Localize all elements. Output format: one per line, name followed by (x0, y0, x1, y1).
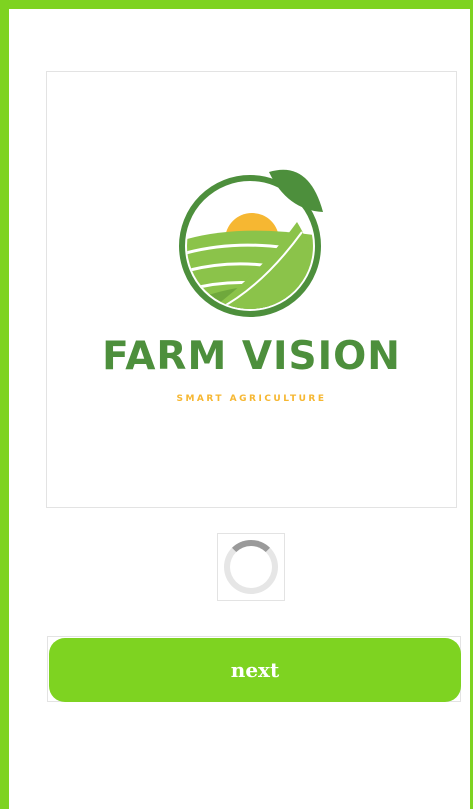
leaf-icon (269, 169, 323, 212)
app-frame: FARM VISION SMART AGRICULTURE next (0, 0, 473, 809)
loading-indicator (217, 533, 285, 601)
brand-title: FARM VISION (102, 334, 401, 379)
logo-card: FARM VISION SMART AGRICULTURE (46, 71, 457, 508)
farm-logo-icon (179, 169, 323, 317)
next-button[interactable]: next (49, 638, 461, 702)
next-button-container: next (47, 636, 461, 702)
loading-spinner-icon (224, 540, 278, 594)
brand-tagline: SMART AGRICULTURE (176, 394, 327, 404)
